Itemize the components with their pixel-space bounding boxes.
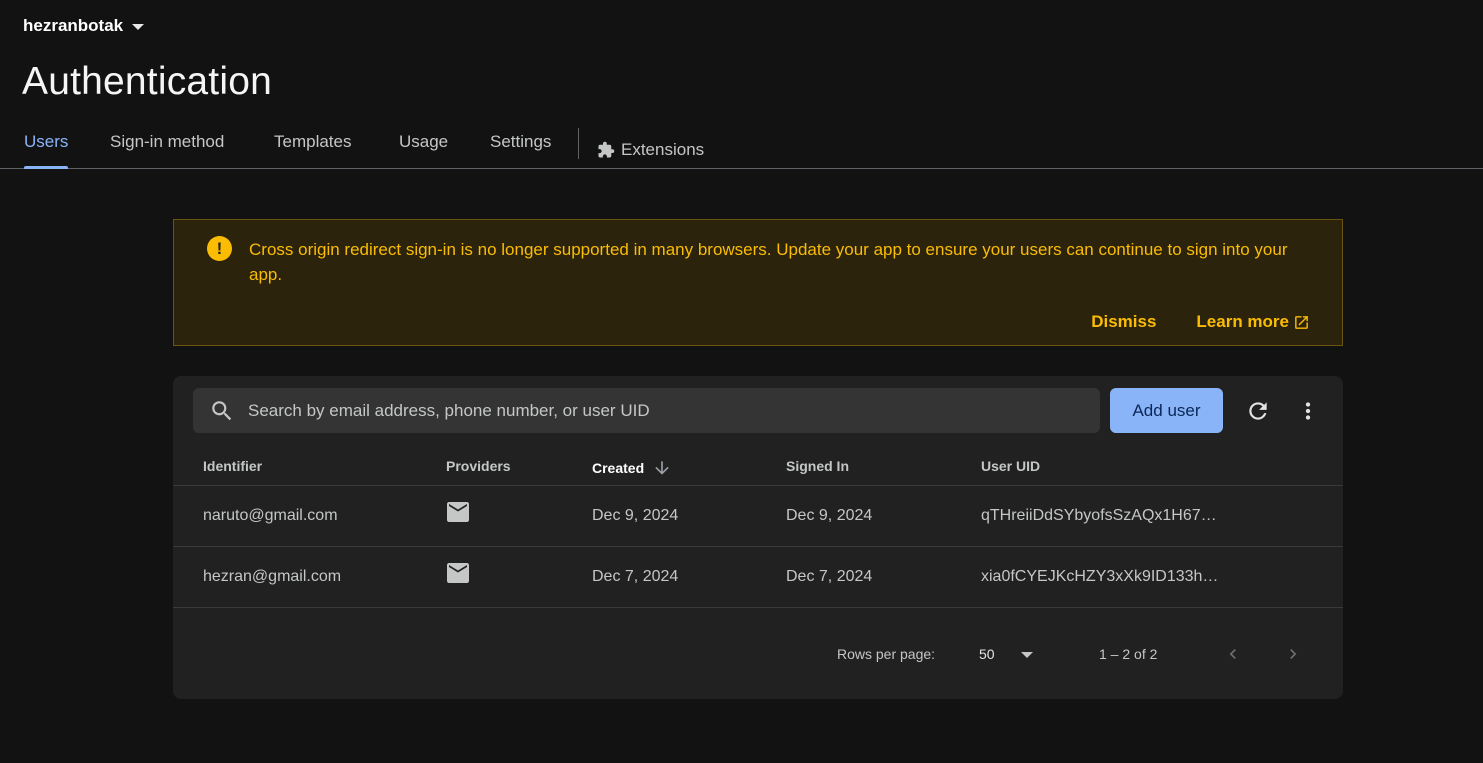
project-name: hezranbotak (23, 16, 124, 35)
tab-usage[interactable]: Usage (399, 132, 448, 168)
chevron-down-icon (132, 24, 145, 30)
column-header-created-label: Created (592, 460, 645, 476)
search-input[interactable] (248, 400, 1100, 421)
page-title: Authentication (22, 60, 272, 103)
page-range: 1 – 2 of 2 (1099, 646, 1158, 662)
tab-bar: Users Sign-in method Templates Usage Set… (0, 126, 1483, 169)
tab-extensions-label: Extensions (621, 140, 705, 159)
cell-user-uid: qTHreiiDdSYbyofsSzAQx1H67… (981, 507, 1217, 524)
cell-created: Dec 7, 2024 (592, 568, 679, 585)
arrow-down-icon (655, 461, 669, 475)
more-options-button[interactable] (1295, 398, 1321, 424)
search-box[interactable] (193, 388, 1100, 433)
cell-signed-in: Dec 9, 2024 (786, 507, 873, 524)
cell-identifier: naruto@gmail.com (203, 507, 338, 524)
tab-users[interactable]: Users (24, 132, 69, 169)
column-header-identifier[interactable]: Identifier (203, 458, 262, 474)
rows-per-page-label: Rows per page: (837, 646, 936, 662)
mail-icon (447, 502, 469, 522)
chevron-left-icon[interactable] (1223, 644, 1243, 664)
search-icon (212, 400, 232, 420)
external-link-icon (1295, 315, 1308, 329)
tab-settings[interactable]: Settings (490, 132, 551, 168)
rows-per-page-select[interactable]: 50 (979, 646, 995, 662)
banner-message: Cross origin redirect sign-in is no long… (249, 240, 1288, 284)
column-header-created[interactable]: Created (592, 458, 672, 478)
learn-more-label: Learn more (1196, 312, 1289, 331)
cell-created: Dec 9, 2024 (592, 507, 679, 524)
tab-templates[interactable]: Templates (274, 132, 351, 168)
cell-user-uid: xia0fCYEJKcHZY3xXk9ID133h… (981, 568, 1219, 585)
more-vert-icon (1305, 402, 1311, 420)
refresh-button[interactable] (1245, 398, 1271, 424)
add-user-button[interactable]: Add user (1110, 388, 1223, 433)
warning-banner: ! Cross origin redirect sign-in is no lo… (173, 219, 1343, 346)
warning-icon: ! (207, 236, 232, 261)
learn-more-link[interactable]: Learn more (1196, 312, 1310, 332)
chevron-right-icon[interactable] (1283, 644, 1303, 664)
users-card: Add user Identifier Providers Created Si… (173, 376, 1343, 699)
banner-actions: Dismiss Learn more (1091, 312, 1310, 332)
column-header-providers[interactable]: Providers (446, 458, 511, 474)
column-header-signed-in[interactable]: Signed In (786, 458, 849, 474)
tab-sign-in-method[interactable]: Sign-in method (110, 132, 224, 168)
column-header-user-uid[interactable]: User UID (981, 458, 1040, 474)
refresh-icon (1249, 402, 1267, 420)
puzzle-icon (598, 141, 615, 158)
users-table: Identifier Providers Created Signed In U… (173, 446, 1343, 608)
cell-signed-in: Dec 7, 2024 (786, 568, 873, 585)
tab-divider (578, 128, 579, 159)
chevron-down-icon[interactable] (1021, 652, 1033, 658)
table-row[interactable]: hezran@gmail.com Dec 7, 2024 Dec 7, 2024… (173, 547, 1343, 608)
mail-icon (447, 563, 469, 583)
project-switcher[interactable]: hezranbotak (23, 16, 145, 36)
table-row[interactable]: naruto@gmail.com Dec 9, 2024 Dec 9, 2024… (173, 486, 1343, 547)
dismiss-button[interactable]: Dismiss (1091, 312, 1156, 332)
table-header: Identifier Providers Created Signed In U… (173, 446, 1343, 486)
tab-extensions[interactable]: Extensions (597, 132, 704, 168)
cell-identifier: hezran@gmail.com (203, 568, 342, 585)
pagination: Rows per page: 50 1 – 2 of 2 (173, 644, 1343, 664)
